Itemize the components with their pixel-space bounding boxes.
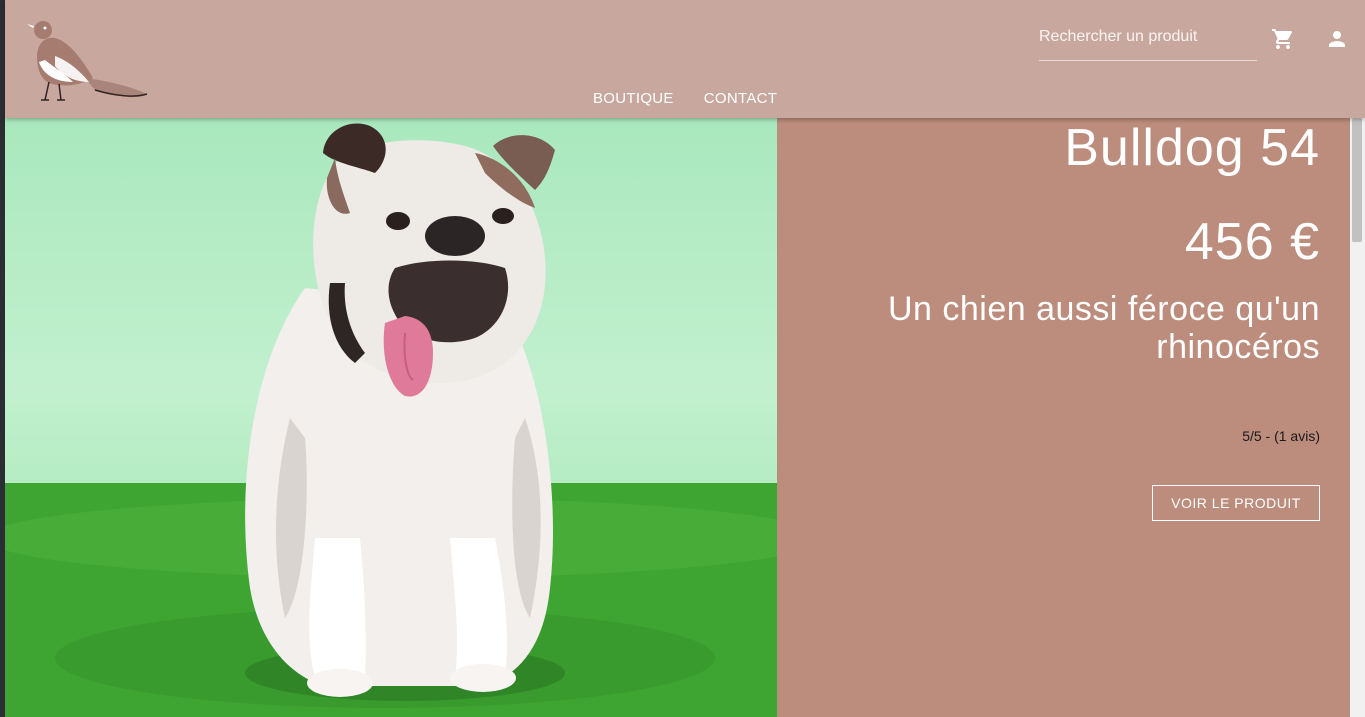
scrollbar-thumb[interactable] <box>1352 118 1362 242</box>
product-price: 456 € <box>1184 213 1320 271</box>
site-header: BOUTIQUE CONTACT <box>5 0 1365 118</box>
search-input[interactable] <box>1039 22 1257 52</box>
bulldog-photo <box>5 123 777 717</box>
main-nav: BOUTIQUE CONTACT <box>593 90 777 107</box>
product-info-panel: Bulldog 54 456 € Un chien aussi féroce q… <box>777 118 1350 717</box>
nav-link-contact[interactable]: CONTACT <box>704 90 777 107</box>
cart-icon[interactable] <box>1271 27 1295 51</box>
view-product-button[interactable]: VOIR LE PRODUIT <box>1152 485 1320 521</box>
bird-logo-icon[interactable] <box>25 16 155 111</box>
user-icon[interactable] <box>1325 27 1349 51</box>
product-description: Un chien aussi féroce qu'un rhinocéros <box>887 290 1320 366</box>
nav-link-boutique[interactable]: BOUTIQUE <box>593 90 674 107</box>
product-rating: 5/5 - (1 avis) <box>1242 428 1320 444</box>
product-title: Bulldog 54 <box>1064 119 1320 177</box>
search-field[interactable] <box>1039 22 1257 61</box>
product-image <box>5 118 777 717</box>
